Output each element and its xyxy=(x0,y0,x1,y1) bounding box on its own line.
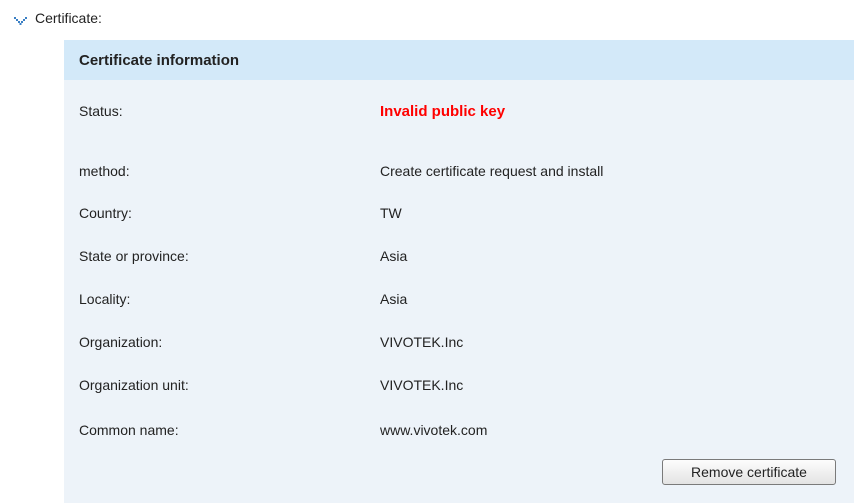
section-title: Certificate: xyxy=(35,10,102,26)
field-label: Status: xyxy=(79,103,123,119)
field-row-country: Country: TW xyxy=(64,201,854,225)
collapse-arrow-icon[interactable] xyxy=(14,13,27,25)
field-row-method: method: Create certificate request and i… xyxy=(64,159,854,183)
field-row-state: State or province: Asia xyxy=(64,244,854,268)
field-row-organization: Organization: VIVOTEK.Inc xyxy=(64,330,854,354)
field-label: Common name: xyxy=(79,422,179,438)
field-label: Organization unit: xyxy=(79,377,189,393)
field-label: Locality: xyxy=(79,291,131,307)
certificate-info-panel: Certificate information Status: Invalid … xyxy=(64,40,854,503)
panel-title: Certificate information xyxy=(64,40,854,80)
field-row-locality: Locality: Asia xyxy=(64,287,854,311)
field-row-status: Status: Invalid public key xyxy=(64,99,854,123)
field-value: Create certificate request and install xyxy=(380,163,604,179)
remove-certificate-button[interactable]: Remove certificate xyxy=(662,459,836,485)
field-row-organization-unit: Organization unit: VIVOTEK.Inc xyxy=(64,373,854,397)
field-value: Asia xyxy=(380,248,408,264)
field-value: www.vivotek.com xyxy=(380,422,488,438)
status-value: Invalid public key xyxy=(380,102,506,120)
field-row-common-name: Common name: www.vivotek.com xyxy=(64,418,854,442)
field-label: method: xyxy=(79,163,130,179)
field-value: VIVOTEK.Inc xyxy=(380,377,464,393)
field-value: VIVOTEK.Inc xyxy=(380,334,464,350)
field-value: Asia xyxy=(380,291,408,307)
field-label: Organization: xyxy=(79,334,163,350)
section-header: Certificate: xyxy=(14,8,102,28)
field-value: TW xyxy=(380,205,402,221)
field-label: State or province: xyxy=(79,248,189,264)
field-label: Country: xyxy=(79,205,132,221)
